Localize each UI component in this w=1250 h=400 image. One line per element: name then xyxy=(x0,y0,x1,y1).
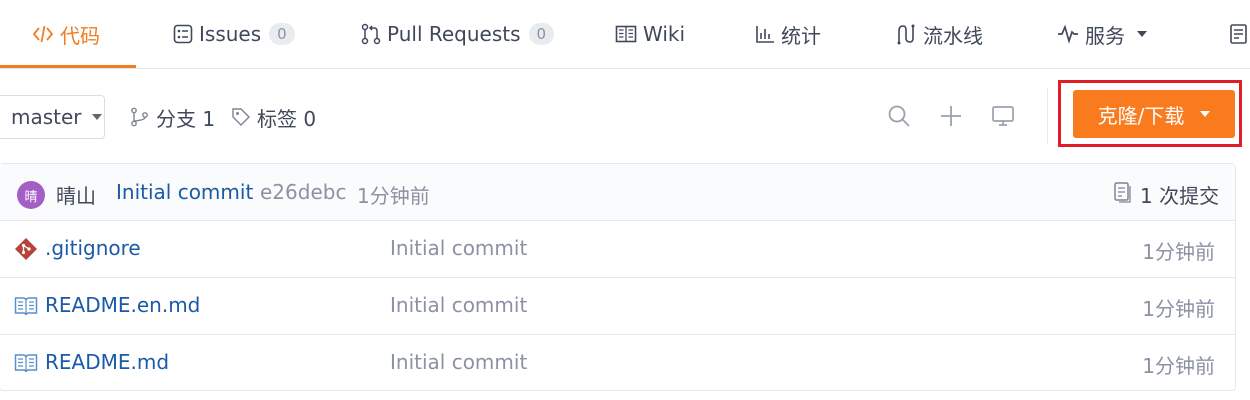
tab-label: 流水线 xyxy=(923,23,983,48)
file-name[interactable]: README.en.md xyxy=(45,293,200,317)
tags-label: 标签 0 xyxy=(257,106,317,131)
clone-download-button[interactable]: 克隆/下载 xyxy=(1073,90,1235,138)
bar-chart-icon xyxy=(755,24,775,44)
tag-icon xyxy=(231,107,251,127)
commits-icon xyxy=(1113,181,1133,207)
pipeline-icon xyxy=(895,23,917,45)
search-icon[interactable] xyxy=(886,103,912,129)
branch-select[interactable]: master xyxy=(0,95,105,139)
chevron-down-icon xyxy=(1137,31,1147,37)
file-commit-message[interactable]: Initial commit xyxy=(390,236,527,260)
commit-hash[interactable]: e26debc xyxy=(260,180,346,204)
tags-link[interactable]: 标签 0 xyxy=(231,95,316,139)
issues-icon xyxy=(173,24,193,44)
tab-label: Pull Requests xyxy=(387,22,521,46)
monitor-icon[interactable] xyxy=(990,103,1016,129)
branch-select-value: master xyxy=(11,105,82,129)
repo-tab-bar: 代码 Issues 0 Pull Requests 0 Wiki 统计 流水线 xyxy=(0,0,1250,69)
tab-statistics[interactable]: 统计 xyxy=(755,0,821,68)
tab-pipeline[interactable]: 流水线 xyxy=(895,0,983,68)
tab-label: Issues xyxy=(199,22,262,46)
latest-commit-row: 晴 晴山 Initial commit e26debc 1分钟前 1 次提交 xyxy=(0,164,1235,221)
tab-issues[interactable]: Issues 0 xyxy=(173,0,295,68)
file-row[interactable]: README.en.md Initial commit 1分钟前 xyxy=(0,278,1235,335)
file-commit-message[interactable]: Initial commit xyxy=(390,350,527,374)
file-commit-message[interactable]: Initial commit xyxy=(390,293,527,317)
pull-request-icon xyxy=(361,23,381,45)
clone-download-label: 克隆/下载 xyxy=(1097,103,1185,128)
tab-label: 统计 xyxy=(781,23,821,48)
file-time: 1分钟前 xyxy=(1142,354,1215,378)
file-list-panel: 晴 晴山 Initial commit e26debc 1分钟前 1 次提交 .… xyxy=(0,163,1236,391)
file-name[interactable]: README.md xyxy=(45,350,169,374)
git-file-icon xyxy=(14,237,38,261)
toolbar-divider xyxy=(1047,88,1048,144)
commit-message[interactable]: Initial commit xyxy=(116,180,253,204)
branches-link[interactable]: 分支 1 xyxy=(130,95,215,139)
plus-icon[interactable] xyxy=(938,103,964,129)
avatar[interactable]: 晴 xyxy=(17,181,45,209)
book-file-icon xyxy=(14,351,38,375)
tab-pull-requests[interactable]: Pull Requests 0 xyxy=(361,0,555,68)
file-row[interactable]: .gitignore Initial commit 1分钟前 xyxy=(0,221,1235,278)
book-file-icon xyxy=(14,294,38,318)
tab-code[interactable]: 代码 xyxy=(32,0,100,68)
tab-label: 代码 xyxy=(60,23,100,48)
issues-count-badge: 0 xyxy=(269,23,295,45)
commit-count[interactable]: 1 次提交 xyxy=(1140,180,1219,209)
active-tab-indicator xyxy=(0,65,136,68)
commit-time: 1分钟前 xyxy=(357,184,430,208)
chevron-down-icon xyxy=(1200,111,1211,117)
tab-label: Wiki xyxy=(643,22,686,46)
file-time: 1分钟前 xyxy=(1142,297,1215,321)
pull-requests-count-badge: 0 xyxy=(528,23,555,45)
document-icon xyxy=(1229,23,1250,45)
code-icon xyxy=(32,24,54,44)
chevron-down-icon xyxy=(91,114,102,120)
file-name[interactable]: .gitignore xyxy=(45,236,141,260)
file-time: 1分钟前 xyxy=(1142,240,1215,264)
tab-services[interactable]: 服务 xyxy=(1057,0,1147,68)
commit-author[interactable]: 晴山 xyxy=(56,180,96,209)
branch-icon xyxy=(130,107,150,127)
tab-label: 服务 xyxy=(1085,23,1125,48)
pulse-icon xyxy=(1057,24,1079,44)
tab-wiki[interactable]: Wiki xyxy=(615,0,685,68)
branches-label: 分支 1 xyxy=(156,106,216,131)
tab-more[interactable] xyxy=(1229,0,1250,68)
file-row[interactable]: README.md Initial commit 1分钟前 xyxy=(0,335,1235,392)
book-icon xyxy=(615,25,637,43)
